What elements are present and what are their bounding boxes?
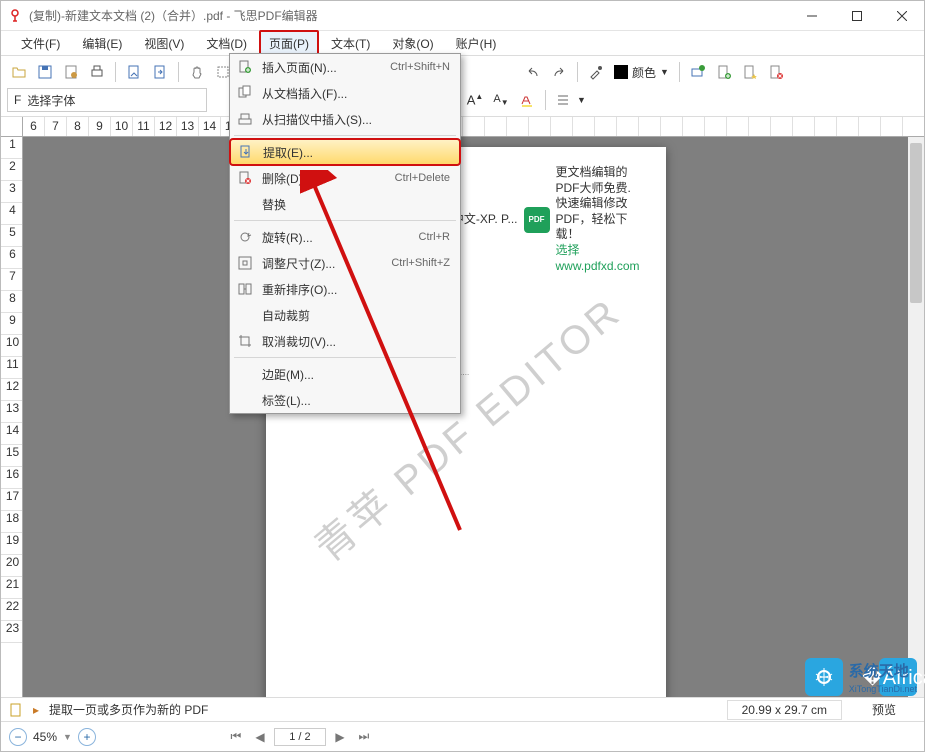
scrollbar-thumb[interactable] <box>910 143 922 303</box>
insert-scanner-icon <box>236 110 254 128</box>
doc-star-icon[interactable] <box>738 60 762 84</box>
font-size-down-icon[interactable]: A▼ <box>489 88 513 112</box>
save-icon[interactable] <box>33 60 57 84</box>
brand-url: XiTongTianDi.net <box>849 684 917 694</box>
menu-item[interactable]: 从文档插入(F)... <box>230 80 460 106</box>
rotate-icon <box>236 228 254 246</box>
status-hint: 提取一页或多页作为新的 PDF <box>49 701 208 718</box>
menu-视图[interactable]: 视图(V) <box>134 30 194 57</box>
font-placeholder: 选择字体 <box>27 92 75 109</box>
preview-label[interactable]: 预览 <box>852 699 916 720</box>
menu-编辑[interactable]: 编辑(E) <box>72 30 132 57</box>
workspace: 67891011121314151617181920 1234567891011… <box>1 117 924 697</box>
brand-watermark: 系统天地 XiTongTianDi.net <box>805 658 917 696</box>
maximize-button[interactable] <box>834 1 879 30</box>
font-icon: F <box>14 93 21 107</box>
menu-item[interactable]: 旋转(R)...Ctrl+R <box>230 224 460 250</box>
blank-icon <box>236 195 254 213</box>
pdf-badge-icon: PDF <box>524 207 550 233</box>
page-menu-dropdown[interactable]: 插入页面(N)...Ctrl+Shift+N从文档插入(F)...从扫描仪中插入… <box>229 53 461 414</box>
menu-item[interactable]: 提取(E)... <box>230 139 460 165</box>
delete-page-icon <box>236 169 254 187</box>
font-size-up-icon[interactable]: A▲ <box>463 88 487 112</box>
hand-tool-icon[interactable] <box>185 60 209 84</box>
page-navigator: ⏮ ◀ ▶ ⏭ <box>226 728 374 746</box>
resize-icon <box>236 254 254 272</box>
menu-item[interactable]: 边距(M)... <box>230 361 460 387</box>
insert-page-icon <box>236 58 254 76</box>
page-setup-icon[interactable] <box>59 60 83 84</box>
menu-item[interactable]: 调整尺寸(Z)...Ctrl+Shift+Z <box>230 250 460 276</box>
blank-icon <box>236 365 254 383</box>
font-picker[interactable]: F 选择字体 <box>7 88 207 112</box>
crop-icon <box>236 332 254 350</box>
blank-icon <box>236 306 254 324</box>
undo-icon[interactable] <box>521 60 545 84</box>
horizontal-ruler: 67891011121314151617181920 <box>23 117 924 137</box>
color-label: 颜色 <box>632 64 656 81</box>
reorder-icon <box>236 280 254 298</box>
link-add-icon[interactable] <box>686 60 710 84</box>
menu-item[interactable]: 插入页面(N)...Ctrl+Shift+N <box>230 54 460 80</box>
window-title: (复制)-新建文本文档 (2)（合并）.pdf - 飞思PDF编辑器 <box>29 7 789 24</box>
blank-icon <box>236 391 254 409</box>
menu-item[interactable]: 替换 <box>230 191 460 217</box>
print-icon[interactable] <box>85 60 109 84</box>
menu-item[interactable]: 删除(D)...Ctrl+Delete <box>230 165 460 191</box>
page-add-icon[interactable] <box>122 60 146 84</box>
bottombar: − 45% ▼ + ⏮ ◀ ▶ ⏭ <box>1 721 924 751</box>
insert-file-icon <box>236 84 254 102</box>
vertical-ruler: 1234567891011121314151617181920212223 <box>1 137 23 697</box>
doc-add-icon[interactable] <box>712 60 736 84</box>
last-page-button[interactable]: ⏭ <box>354 728 374 746</box>
brand-name: 系统天地 <box>849 660 917 681</box>
menu-item[interactable]: 自动裁剪 <box>230 302 460 328</box>
zoom-value: 45% <box>33 730 57 744</box>
menu-item[interactable]: 标签(L)... <box>230 387 460 413</box>
doc-remove-icon[interactable] <box>764 60 788 84</box>
statusbar: ▸ 提取一页或多页作为新的 PDF 20.99 x 29.7 cm 预览 <box>1 697 924 721</box>
toolbars: 颜色 ▼ F 选择字体 A▲ A▼ ▼ <box>1 55 924 117</box>
zoom-out-button[interactable]: − <box>9 728 27 746</box>
brand-logo-icon <box>805 658 843 696</box>
menu-文件[interactable]: 文件(F) <box>11 30 70 57</box>
eyedropper-icon[interactable] <box>584 60 608 84</box>
redo-icon[interactable] <box>547 60 571 84</box>
document-area[interactable]: XP. P（rnA怎么 设置中文-XP. P... PDF 更文档编辑的PDF大… <box>23 137 908 697</box>
menubar: 文件(F)编辑(E)视图(V)文档(D)页面(P)文本(T)对象(O)账户(H) <box>1 31 924 55</box>
app-icon <box>7 8 23 24</box>
page-next-icon[interactable] <box>148 60 172 84</box>
prev-page-button[interactable]: ◀ <box>250 728 270 746</box>
next-page-button[interactable]: ▶ <box>330 728 350 746</box>
highlight-icon[interactable] <box>515 88 539 112</box>
menu-item[interactable]: 重新排序(O)... <box>230 276 460 302</box>
page-number-input[interactable] <box>274 728 326 746</box>
page-dimensions: 20.99 x 29.7 cm <box>727 700 842 720</box>
titlebar: (复制)-新建文本文档 (2)（合并）.pdf - 飞思PDF编辑器 <box>1 1 924 31</box>
vertical-scrollbar[interactable] <box>908 137 924 697</box>
open-icon[interactable] <box>7 60 31 84</box>
menu-item[interactable]: 取消裁切(V)... <box>230 328 460 354</box>
ruler-corner <box>1 117 23 137</box>
close-button[interactable] <box>879 1 924 30</box>
minimize-button[interactable] <box>789 1 834 30</box>
menu-item[interactable]: 从扫描仪中插入(S)... <box>230 106 460 132</box>
status-page-icon <box>9 703 23 717</box>
zoom-in-button[interactable]: + <box>78 728 96 746</box>
color-picker[interactable]: 颜色 ▼ <box>610 60 673 84</box>
extract-icon <box>237 143 255 161</box>
line-spacing-icon[interactable]: ▼ <box>552 88 589 112</box>
first-page-button[interactable]: ⏮ <box>226 728 246 746</box>
